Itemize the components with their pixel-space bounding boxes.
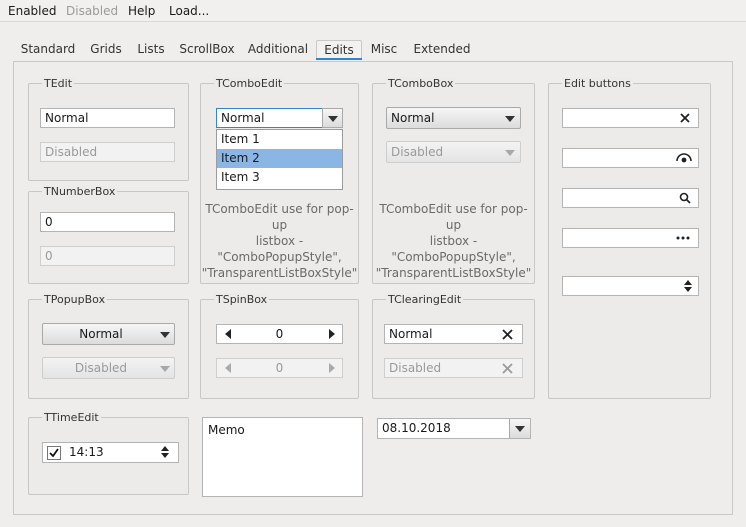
tcombobox-normal[interactable]: Normal <box>386 107 521 129</box>
tcomboedit-note: TComboEdit use for pop-up listbox - "Com… <box>200 201 359 281</box>
clear-icon[interactable] <box>680 113 690 123</box>
tnumberbox-input[interactable]: 0 <box>40 212 175 232</box>
tcomboedit-group-title: TComboEdit <box>214 77 285 90</box>
password-button-edit[interactable] <box>562 148 699 168</box>
tedit-group <box>28 83 189 181</box>
tpopupbox-group-title: TPopupBox <box>42 293 108 306</box>
date-dropdown-button[interactable] <box>509 419 530 438</box>
tnumberbox-group <box>28 191 189 284</box>
arrow-right-icon <box>329 363 335 373</box>
tspinbox-group-title: TSpinBox <box>214 293 270 306</box>
tab-misc[interactable]: Misc <box>366 40 402 60</box>
menu-item-enabled[interactable]: Enabled <box>8 3 57 19</box>
tpopupbox-group <box>28 299 189 399</box>
tspinbox-group <box>200 299 359 399</box>
menu-item-help[interactable]: Help <box>128 3 155 19</box>
tcombobox-normal-label: Normal <box>391 111 435 125</box>
note-line: "ComboPopupStyle", <box>391 250 516 264</box>
spin-down-icon[interactable] <box>161 453 169 458</box>
tpopupbox-normal[interactable]: Normal <box>42 323 175 345</box>
clear-button-edit[interactable] <box>562 108 699 128</box>
tcombobox-disabled-label: Disabled <box>391 145 444 159</box>
list-item[interactable]: Item 2 <box>217 149 342 168</box>
checkmark-icon <box>49 448 59 458</box>
tab-grids[interactable]: Grids <box>86 40 126 60</box>
tspinbox-disabled-input: 0 <box>216 358 343 378</box>
tcomboedit-input[interactable]: Normal <box>216 108 323 128</box>
clear-icon[interactable] <box>502 329 513 340</box>
tpopupbox-disabled: Disabled <box>42 357 175 379</box>
tab-lists[interactable]: Lists <box>134 40 168 60</box>
spin-up-icon[interactable] <box>684 280 692 285</box>
tab-additional[interactable]: Additional <box>246 40 310 60</box>
tnumberbox-disabled-input: 0 <box>40 246 175 266</box>
tedit-group-title: TEdit <box>42 77 75 90</box>
chevron-down-icon <box>160 332 170 338</box>
tab-edits[interactable]: Edits <box>316 40 362 60</box>
search-button-edit[interactable] <box>562 188 699 208</box>
menu-item-disabled: Disabled <box>66 4 119 18</box>
arrow-right-icon[interactable] <box>329 329 335 339</box>
ttimeedit-group-title: TTimeEdit <box>42 411 101 424</box>
date-edit[interactable]: 08.10.2018 <box>377 418 531 439</box>
tspinbox-input[interactable]: 0 <box>216 324 343 344</box>
edit-buttons-group-title: Edit buttons <box>562 77 633 90</box>
password-eye-icon[interactable] <box>676 152 692 164</box>
tab-standard[interactable]: Standard <box>18 40 78 60</box>
note-line: TComboEdit use for pop-up <box>379 202 528 232</box>
tclearingedit-value: Normal <box>389 327 433 341</box>
chevron-down-icon <box>160 366 170 372</box>
ttimeedit-input[interactable]: 14:13 <box>42 442 179 463</box>
note-line: "TransparentListBoxStyle" <box>201 266 358 280</box>
tclearingedit-disabled-input: Disabled <box>384 358 523 378</box>
tspinbox-disabled-value: 0 <box>275 361 284 375</box>
tab-scrollbox[interactable]: ScrollBox <box>176 40 238 60</box>
tnumberbox-group-title: TNumberBox <box>42 185 118 198</box>
tpopupbox-normal-label: Normal <box>79 327 123 341</box>
tclearingedit-input[interactable]: Normal <box>384 324 523 344</box>
active-tab-indicator <box>316 58 362 60</box>
list-item[interactable]: Item 1 <box>217 130 342 149</box>
clear-icon <box>502 363 513 374</box>
list-item[interactable]: Item 3 <box>217 168 342 187</box>
tclearingedit-group-title: TClearingEdit <box>386 293 464 306</box>
chevron-down-icon <box>515 426 525 432</box>
chevron-down-icon <box>328 116 338 122</box>
spin-button-edit[interactable] <box>562 276 699 296</box>
tspinbox-value: 0 <box>275 327 284 341</box>
tcombobox-disabled: Disabled <box>386 141 521 163</box>
note-line: "ComboPopupStyle", <box>217 250 342 264</box>
ellipsis-icon[interactable] <box>676 236 690 240</box>
tedit-normal-input[interactable]: Normal <box>40 108 175 128</box>
ttimeedit-value: 14:13 <box>69 445 104 459</box>
spin-up-icon[interactable] <box>161 446 169 451</box>
ttimeedit-checkbox[interactable] <box>47 446 61 460</box>
note-line: listbox - <box>255 234 304 248</box>
tcombobox-group-title: TComboBox <box>386 77 456 90</box>
ellipsis-button-edit[interactable] <box>562 228 699 248</box>
tab-extended[interactable]: Extended <box>410 40 474 60</box>
note-line: "TransparentListBoxStyle" <box>375 266 532 280</box>
search-icon[interactable] <box>679 192 691 204</box>
tcomboedit-popup-list: Item 1 Item 2 Item 3 <box>216 129 343 190</box>
tedit-disabled-input: Disabled <box>40 142 175 162</box>
menu-item-load[interactable]: Load... <box>169 3 209 19</box>
memo[interactable]: Memo <box>202 417 363 497</box>
tcomboedit-dropdown-button[interactable] <box>322 108 343 128</box>
chevron-down-icon <box>505 150 515 156</box>
note-line: TComboEdit use for pop-up <box>205 202 354 232</box>
note-line: listbox - <box>429 234 478 248</box>
spin-down-icon[interactable] <box>684 287 692 292</box>
tclearingedit-group <box>372 299 535 399</box>
date-edit-value: 08.10.2018 <box>382 421 451 435</box>
tpopupbox-disabled-label: Disabled <box>74 361 128 375</box>
tclearingedit-disabled-value: Disabled <box>389 361 442 375</box>
chevron-down-icon <box>505 116 515 122</box>
tcombobox-note: TComboEdit use for pop-up listbox - "Com… <box>372 201 535 281</box>
